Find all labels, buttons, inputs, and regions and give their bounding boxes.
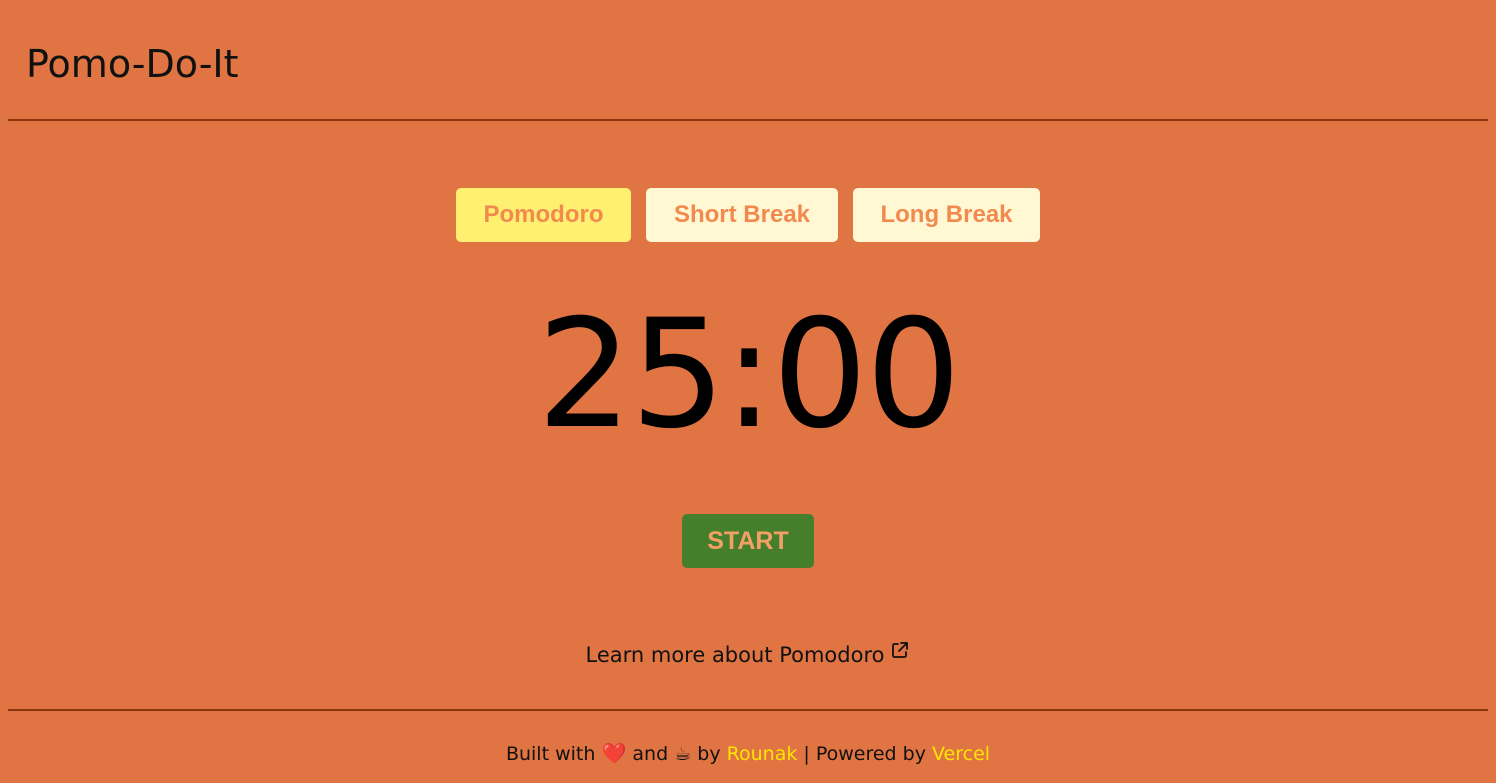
mode-tabs: Pomodoro Short Break Long Break <box>0 188 1496 242</box>
footer-divider <box>8 709 1488 711</box>
learn-more-text: Learn more about Pomodoro <box>585 643 885 667</box>
footer-separator: | <box>803 743 810 765</box>
footer: Built with ❤️ and ☕ by Rounak | Powered … <box>0 739 1496 768</box>
learn-more-link[interactable]: Learn more about Pomodoro <box>0 638 1496 670</box>
timer-display: 25:00 <box>536 288 961 462</box>
heart-icon: ❤️ <box>601 741 627 765</box>
coffee-icon: ☕ <box>674 743 692 765</box>
footer-by: by <box>697 743 721 765</box>
pomodoro-tab[interactable]: Pomodoro <box>456 188 631 242</box>
author-link[interactable]: Rounak <box>727 743 798 765</box>
footer-built-with: Built with <box>505 743 596 765</box>
short-break-tab[interactable]: Short Break <box>646 188 838 242</box>
footer-powered-by: Powered by <box>815 743 926 765</box>
vercel-link[interactable]: Vercel <box>932 743 990 765</box>
header-divider <box>8 119 1488 121</box>
app-title: Pomo-Do-It <box>26 42 239 86</box>
long-break-tab[interactable]: Long Break <box>853 188 1040 242</box>
external-link-icon <box>890 638 910 658</box>
start-button[interactable]: START <box>682 514 814 568</box>
footer-and: and <box>632 743 669 765</box>
